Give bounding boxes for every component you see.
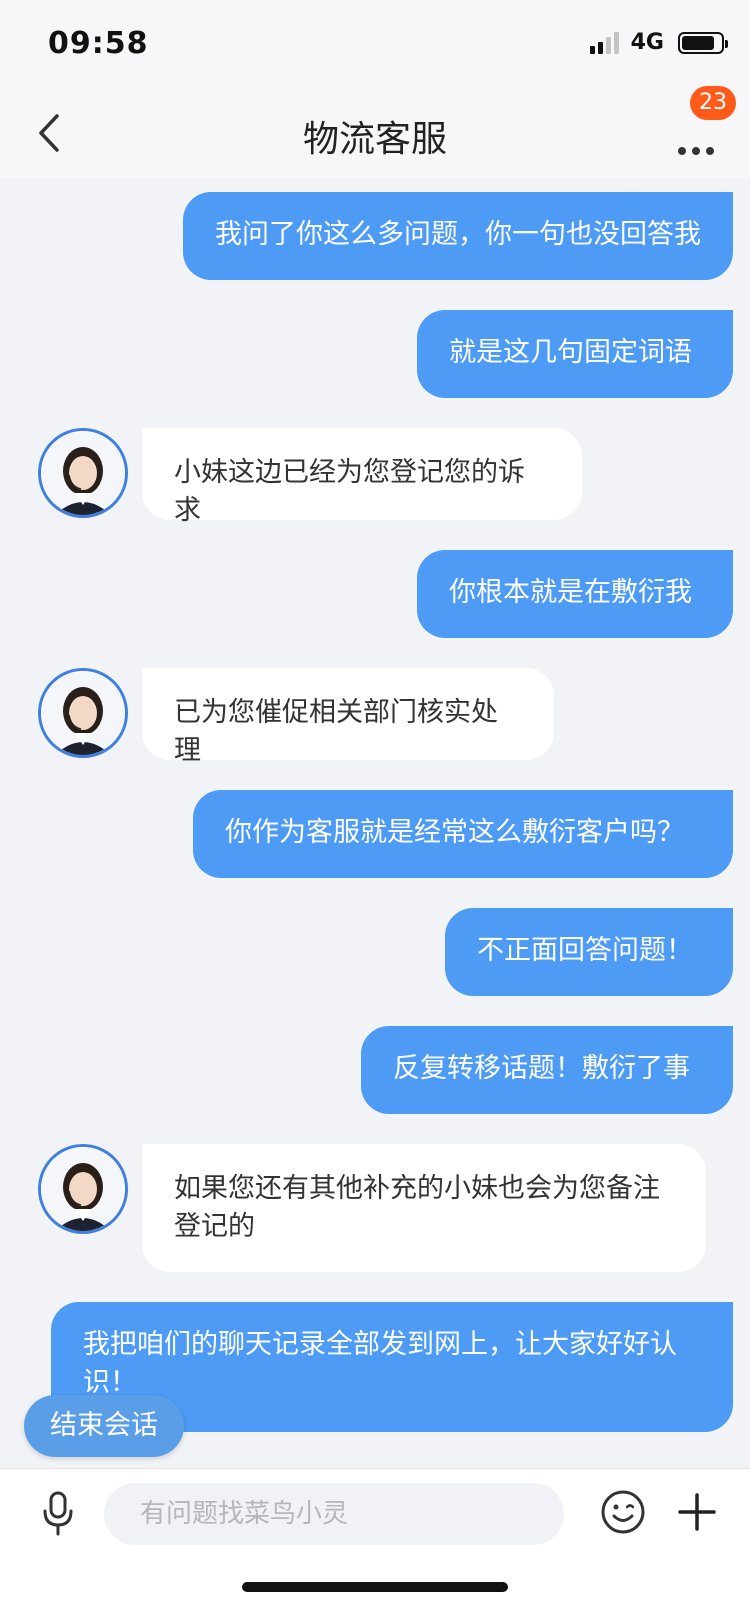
outgoing-message-bubble: 你根本就是在敷衍我: [417, 550, 733, 638]
message-input[interactable]: [104, 1483, 564, 1545]
message-row: 如果您还有其他补充的小妹也会为您备注登记的: [0, 1144, 750, 1272]
voice-input-button[interactable]: [34, 1487, 82, 1541]
outgoing-message-bubble: 就是这几句固定词语: [417, 310, 733, 398]
agent-avatar-icon: [41, 1147, 125, 1231]
message-row: 反复转移话题！敷衍了事: [0, 1026, 750, 1114]
home-indicator[interactable]: [242, 1582, 508, 1592]
message-row: 就是这几句固定词语: [0, 310, 750, 398]
chat-message-list[interactable]: 我问了你这么多问题，你一句也没回答我 就是这几句固定词语 小妹这边已经为您登记您…: [0, 178, 750, 1468]
notification-badge: 23: [690, 86, 736, 120]
outgoing-message-bubble: 我问了你这么多问题，你一句也没回答我: [183, 192, 733, 280]
outgoing-message-bubble: 不正面回答问题！: [445, 908, 733, 996]
status-time: 09:58: [48, 26, 149, 61]
incoming-message-bubble: 如果您还有其他补充的小妹也会为您备注登记的: [142, 1144, 706, 1272]
message-row: 你作为客服就是经常这么敷衍客户吗？: [0, 790, 750, 878]
nav-bar: 物流客服 23: [0, 86, 750, 178]
plus-icon: [678, 1493, 716, 1531]
more-actions-button[interactable]: [674, 1489, 720, 1535]
home-indicator-area: [0, 1558, 750, 1624]
outgoing-message-bubble: 你作为客服就是经常这么敷衍客户吗？: [193, 790, 733, 878]
incoming-message-bubble: 已为您催促相关部门核实处理: [142, 668, 554, 766]
agent-avatar: [38, 1144, 128, 1234]
message-row: 已为您催促相关部门核实处理: [0, 668, 750, 766]
emoji-button[interactable]: [600, 1489, 646, 1535]
agent-avatar: [38, 668, 128, 758]
status-indicators: 4G: [589, 30, 728, 55]
page-title: 物流客服: [302, 119, 447, 160]
status-bar: 09:58 4G: [0, 0, 750, 88]
message-row: 我问了你这么多问题，你一句也没回答我: [0, 192, 750, 280]
signal-icon: [589, 31, 619, 54]
message-row: 你根本就是在敷衍我: [0, 550, 750, 638]
microphone-icon: [43, 1491, 73, 1536]
end-session-button[interactable]: 结束会话: [24, 1395, 184, 1457]
emoji-icon: [601, 1490, 645, 1534]
agent-avatar-icon: [41, 671, 125, 755]
message-row: 不正面回答问题！: [0, 908, 750, 996]
battery-icon: [678, 31, 728, 54]
agent-avatar-icon: [41, 431, 125, 515]
more-dots-icon: [678, 147, 714, 155]
input-bar: [0, 1468, 750, 1558]
message-row: 小妹这边已经为您登记您的诉求: [0, 428, 750, 526]
incoming-message-bubble: 小妹这边已经为您登记您的诉求: [142, 428, 582, 526]
agent-avatar: [38, 428, 128, 518]
outgoing-message-bubble: 反复转移话题！敷衍了事: [361, 1026, 733, 1114]
network-type: 4G: [630, 30, 664, 55]
